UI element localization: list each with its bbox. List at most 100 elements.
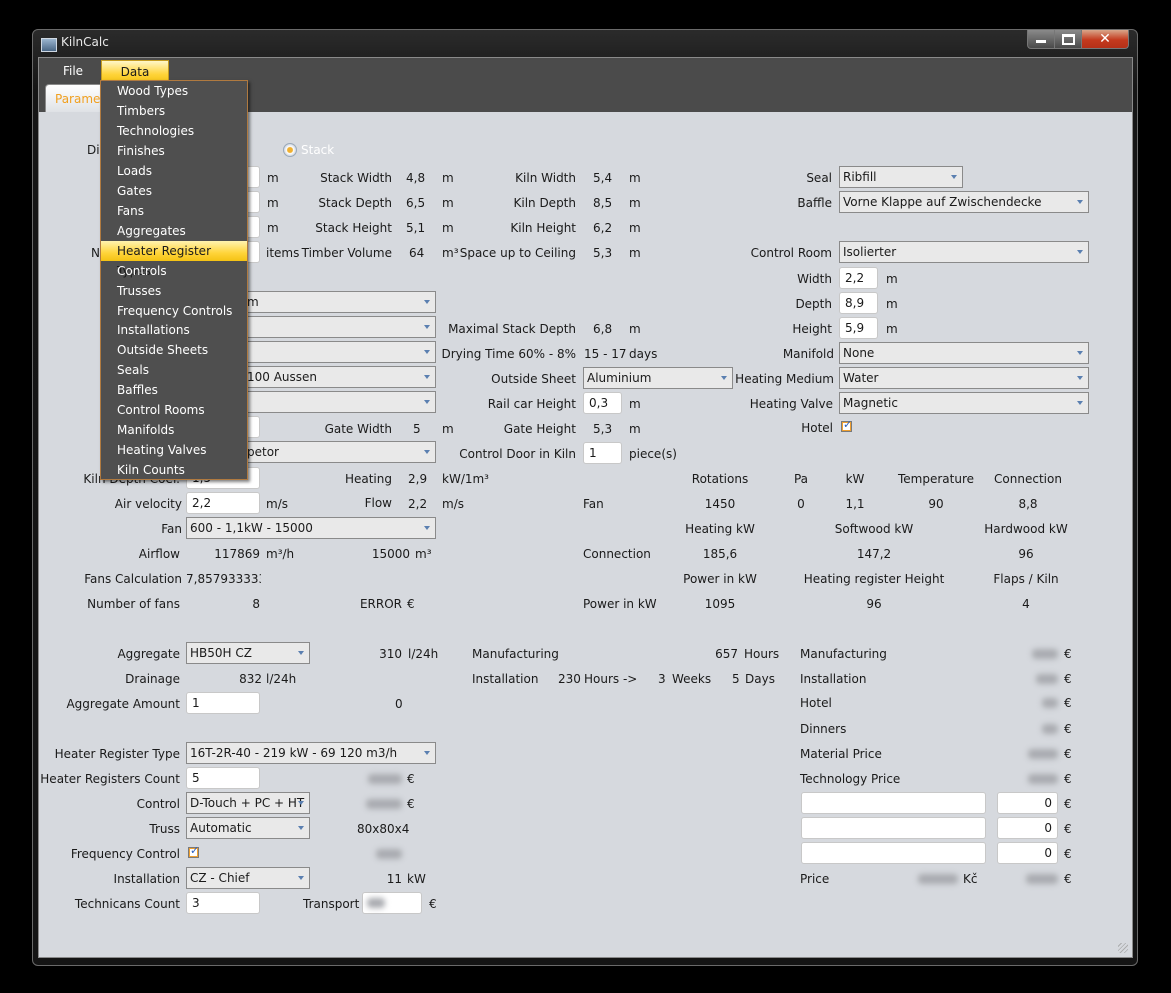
combo-value: Aluminium	[587, 371, 652, 385]
heating-valve-combo[interactable]: Magnetic	[839, 392, 1089, 414]
freq-control-checkbox[interactable]: ✓	[188, 844, 199, 858]
combo-value: Isolierter	[843, 245, 897, 259]
total-price-label: Price	[800, 872, 830, 886]
freq-control-label: Frequency Control	[70, 847, 180, 861]
combo-value: 16T-2R-40 - 219 kW - 69 120 m3/h	[190, 746, 398, 760]
num-fans-value: 8	[252, 597, 260, 611]
control-door-unit: piece(s)	[629, 447, 677, 461]
menu-item-heater-register-types[interactable]: Heater Register Types	[101, 241, 247, 278]
menu-item-heating-valves[interactable]: Heating Valves	[101, 440, 247, 460]
aggregate-combo[interactable]: HB50H CZ	[186, 642, 310, 664]
menu-item-control-rooms[interactable]: Control Rooms	[101, 400, 247, 420]
menu-item-technologies[interactable]: Technologies	[101, 121, 247, 141]
euro-label: €	[1064, 772, 1072, 786]
conn-hardwood-value: 96	[1018, 547, 1034, 561]
dimensions-label: Di	[87, 143, 100, 157]
menu-item-manifolds[interactable]: Manifolds	[101, 420, 247, 440]
hours-arrow: Hours ->	[584, 672, 638, 686]
fan-header-kw: kW	[845, 472, 865, 486]
chevron-down-icon	[1077, 351, 1083, 355]
maximize-button[interactable]	[1054, 30, 1082, 49]
custom-item-price-input[interactable]: 0	[997, 817, 1058, 839]
stack-depth-value: 6,5	[406, 196, 426, 210]
heating-unit: kW/1m³	[442, 472, 489, 486]
menu-item-controls[interactable]: Controls	[101, 261, 247, 281]
fan-combo[interactable]: 600 - 1,1kW - 15000	[186, 517, 436, 539]
price-dinners-label: Dinners	[800, 722, 847, 736]
combo-value: Automatic	[190, 821, 252, 835]
custom-item-name-input[interactable]	[801, 842, 986, 864]
fan-pa-value: 0	[797, 497, 805, 511]
menu-item-kiln-counts[interactable]: Kiln Counts	[101, 460, 247, 480]
fan-temperature-value: 90	[928, 497, 944, 511]
menu-item-gates[interactable]: Gates	[101, 181, 247, 201]
cr-height-input[interactable]: 5,9	[839, 317, 878, 339]
conn-row-label: Connection	[583, 547, 651, 561]
technicians-input[interactable]: 3	[186, 892, 260, 914]
control-combo[interactable]: D-Touch + PC + HT	[186, 792, 310, 814]
stack-radio[interactable]	[283, 143, 297, 157]
menu-item-frequency-controls[interactable]: Frequency Controls	[101, 301, 247, 321]
euro-label: €	[1064, 647, 1072, 661]
custom-item-name-input[interactable]	[801, 792, 986, 814]
chevron-down-icon	[424, 375, 430, 379]
euro-label: €	[407, 772, 415, 786]
manifold-combo[interactable]: None	[839, 342, 1089, 364]
resize-grip[interactable]	[1118, 943, 1128, 953]
fans-calc-value: 7,8579333333	[186, 572, 261, 586]
redacted-value	[376, 849, 402, 859]
menu-file[interactable]: File	[53, 60, 93, 82]
hotel-checkbox[interactable]: ✓	[841, 418, 852, 432]
heating-valve-label: Heating Valve	[749, 397, 833, 411]
menu-item-aggregates[interactable]: Aggregates	[101, 221, 247, 241]
aggregate-unit: l/24h	[408, 647, 439, 661]
redacted-value	[1028, 749, 1058, 759]
rail-car-height-input[interactable]: 0,3	[583, 392, 622, 414]
menu-item-loads[interactable]: Loads	[101, 161, 247, 181]
custom-item-name-input[interactable]	[801, 817, 986, 839]
transport-input[interactable]	[362, 892, 422, 914]
combo-value: Ribfill	[843, 170, 877, 184]
menu-item-timbers[interactable]: Timbers	[101, 101, 247, 121]
installation-unit: kW	[407, 872, 426, 886]
menu-item-finishes[interactable]: Finishes	[101, 141, 247, 161]
heater-type-combo[interactable]: 16T-2R-40 - 219 kW - 69 120 m3/h	[186, 742, 436, 764]
cr-depth-input[interactable]: 8,9	[839, 292, 878, 314]
heater-count-input[interactable]: 5	[186, 767, 260, 789]
error-label: ERROR	[359, 597, 402, 611]
price-installation-label: Installation	[800, 672, 867, 686]
air-velocity-input[interactable]: 2,2	[186, 492, 260, 514]
drying-time-label: Drying Time 60% - 8%	[441, 347, 577, 361]
truss-combo[interactable]: Automatic	[186, 817, 310, 839]
menu-item-baffles[interactable]: Baffles	[101, 380, 247, 400]
menu-item-trusses[interactable]: Trusses	[101, 281, 247, 301]
menu-item-seals[interactable]: Seals	[101, 360, 247, 380]
menu-item-fans[interactable]: Fans	[101, 201, 247, 221]
unit-label: m	[886, 322, 898, 336]
control-door-input[interactable]: 1	[583, 442, 622, 464]
custom-item-price-input[interactable]: 0	[997, 842, 1058, 864]
custom-item-price-input[interactable]: 0	[997, 792, 1058, 814]
price-technology-label: Technology Price	[800, 772, 901, 786]
baffle-label: Baffle	[797, 196, 832, 210]
menu-item-outside-sheets[interactable]: Outside Sheets	[101, 340, 247, 360]
chevron-down-icon	[424, 526, 430, 530]
aggregate-amount-input[interactable]: 1	[186, 692, 260, 714]
fan-header-rotations: Rotations	[691, 472, 749, 486]
aggregate-amount-result: 0	[395, 697, 403, 711]
heating-medium-combo[interactable]: Water	[839, 367, 1089, 389]
menu-item-wood-types[interactable]: Wood Types	[101, 81, 247, 101]
power-header-flaps: Flaps / Kiln	[993, 572, 1059, 586]
baffle-combo[interactable]: Vorne Klappe auf Zwischendecke	[839, 191, 1089, 213]
minimize-button[interactable]	[1027, 30, 1055, 49]
control-room-combo[interactable]: Isolierter	[839, 241, 1089, 263]
aggregate-amount-label: Aggregate Amount	[66, 697, 180, 711]
euro-label: €	[1064, 872, 1072, 886]
days-value: 5	[732, 672, 740, 686]
close-button[interactable]: ✕	[1081, 30, 1129, 49]
menu-item-installations[interactable]: Installations	[101, 320, 247, 340]
seal-combo[interactable]: Ribfill	[839, 166, 963, 188]
installation-combo[interactable]: CZ - Chief	[186, 867, 310, 889]
gate-height-value: 5,3	[593, 422, 613, 436]
cr-width-input[interactable]: 2,2	[839, 267, 878, 289]
